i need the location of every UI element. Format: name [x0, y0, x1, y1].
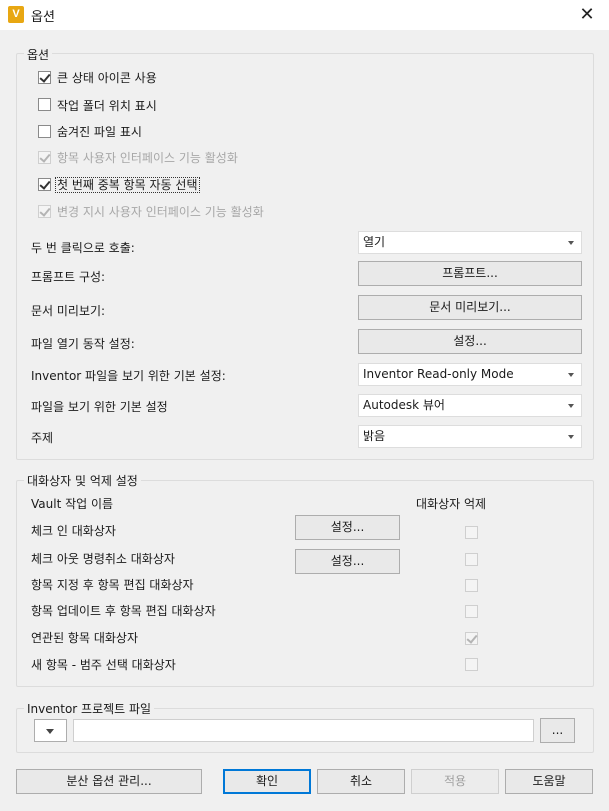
large-status-icons-checkbox[interactable]	[38, 71, 51, 84]
manage-distributed-options-button[interactable]: 분산 옵션 관리...	[16, 769, 202, 794]
file-view-select[interactable]: Autodesk 뷰어	[358, 394, 582, 417]
large-status-icons-label: 큰 상태 아이콘 사용	[57, 71, 157, 85]
change-order-ui-label: 변경 지시 사용자 인터페이스 기능 활성화	[57, 205, 264, 219]
auto-select-duplicate-label: 첫 번째 중복 항목 자동 선택	[55, 177, 200, 193]
change-order-ui-checkbox[interactable]	[38, 205, 51, 218]
show-working-folder-label: 작업 폴더 위치 표시	[57, 99, 157, 113]
show-hidden-files-checkbox[interactable]	[38, 125, 51, 138]
checkin-settings-button[interactable]: 설정...	[295, 515, 400, 540]
chevron-down-icon	[568, 373, 574, 377]
suppress-checkbox[interactable]	[465, 632, 478, 645]
item-ui-features-label: 항목 사용자 인터페이스 기능 활성화	[57, 151, 238, 165]
theme-label: 주제	[31, 431, 54, 445]
suppress-checkbox[interactable]	[465, 605, 478, 618]
title-bar: V 옵션 ✕	[0, 0, 609, 30]
triangle-down-icon	[46, 729, 54, 734]
show-working-folder-checkbox[interactable]	[38, 98, 51, 111]
theme-select[interactable]: 밝음	[358, 425, 582, 448]
file-open-settings-button[interactable]: 설정...	[358, 329, 582, 354]
inventor-view-value: Inventor Read-only Mode	[363, 367, 514, 381]
theme-value: 밝음	[363, 429, 386, 443]
doc-preview-button[interactable]: 문서 미리보기...	[358, 295, 582, 320]
auto-select-duplicate-checkbox[interactable]	[38, 178, 51, 191]
suppress-checkbox[interactable]	[465, 526, 478, 539]
dialog-row-label: 연관된 항목 대화상자	[31, 631, 138, 645]
project-group-legend: Inventor 프로젝트 파일	[24, 700, 155, 717]
item-ui-features-checkbox[interactable]	[38, 151, 51, 164]
dialog-row-label: 항목 지정 후 항목 편집 대화상자	[31, 578, 194, 592]
dialog-row-label: 체크 인 대화상자	[31, 524, 116, 538]
suppress-header: 대화상자 억제	[416, 497, 487, 511]
apply-button[interactable]: 적용	[411, 769, 499, 794]
double-click-label: 두 번 클릭으로 호출:	[31, 241, 135, 255]
suppress-checkbox[interactable]	[465, 579, 478, 592]
chevron-down-icon	[568, 435, 574, 439]
suppress-checkbox[interactable]	[465, 553, 478, 566]
show-hidden-files-label: 숨겨진 파일 표시	[57, 125, 142, 139]
undo-checkout-settings-button[interactable]: 설정...	[295, 549, 400, 574]
dialog-row-label: 새 항목 - 범주 선택 대화상자	[31, 658, 176, 672]
prompt-config-button[interactable]: 프롬프트...	[358, 261, 582, 286]
chevron-down-icon	[568, 241, 574, 245]
window-title: 옵션	[31, 10, 55, 25]
dialogs-group-legend: 대화상자 및 억제 설정	[24, 472, 141, 489]
double-click-select[interactable]: 열기	[358, 231, 582, 254]
file-open-label: 파일 열기 동작 설정:	[31, 337, 135, 351]
cancel-button[interactable]: 취소	[317, 769, 405, 794]
double-click-value: 열기	[363, 235, 386, 249]
suppress-checkbox[interactable]	[465, 658, 478, 671]
options-group-legend: 옵션	[24, 46, 53, 63]
project-browse-button[interactable]: ...	[540, 718, 575, 743]
ok-button[interactable]: 확인	[223, 769, 311, 794]
help-button[interactable]: 도움말	[505, 769, 593, 794]
dialog-row-label: 항목 업데이트 후 항목 편집 대화상자	[31, 604, 216, 618]
doc-preview-label: 문서 미리보기:	[31, 304, 106, 318]
file-view-value: Autodesk 뷰어	[363, 398, 445, 412]
chevron-down-icon	[568, 404, 574, 408]
project-path-input[interactable]	[73, 719, 534, 742]
close-icon[interactable]: ✕	[575, 3, 599, 27]
dialog-row-label: 체크 아웃 명령취소 대화상자	[31, 552, 175, 566]
file-view-label: 파일을 보기 위한 기본 설정	[31, 400, 168, 414]
inventor-view-select[interactable]: Inventor Read-only Mode	[358, 363, 582, 386]
inventor-view-label: Inventor 파일을 보기 위한 기본 설정:	[31, 369, 226, 383]
project-dropdown-button[interactable]	[34, 719, 67, 742]
vault-action-header: Vault 작업 이름	[31, 497, 114, 511]
vault-app-icon: V	[8, 6, 24, 23]
prompt-config-label: 프롬프트 구성:	[31, 270, 106, 284]
